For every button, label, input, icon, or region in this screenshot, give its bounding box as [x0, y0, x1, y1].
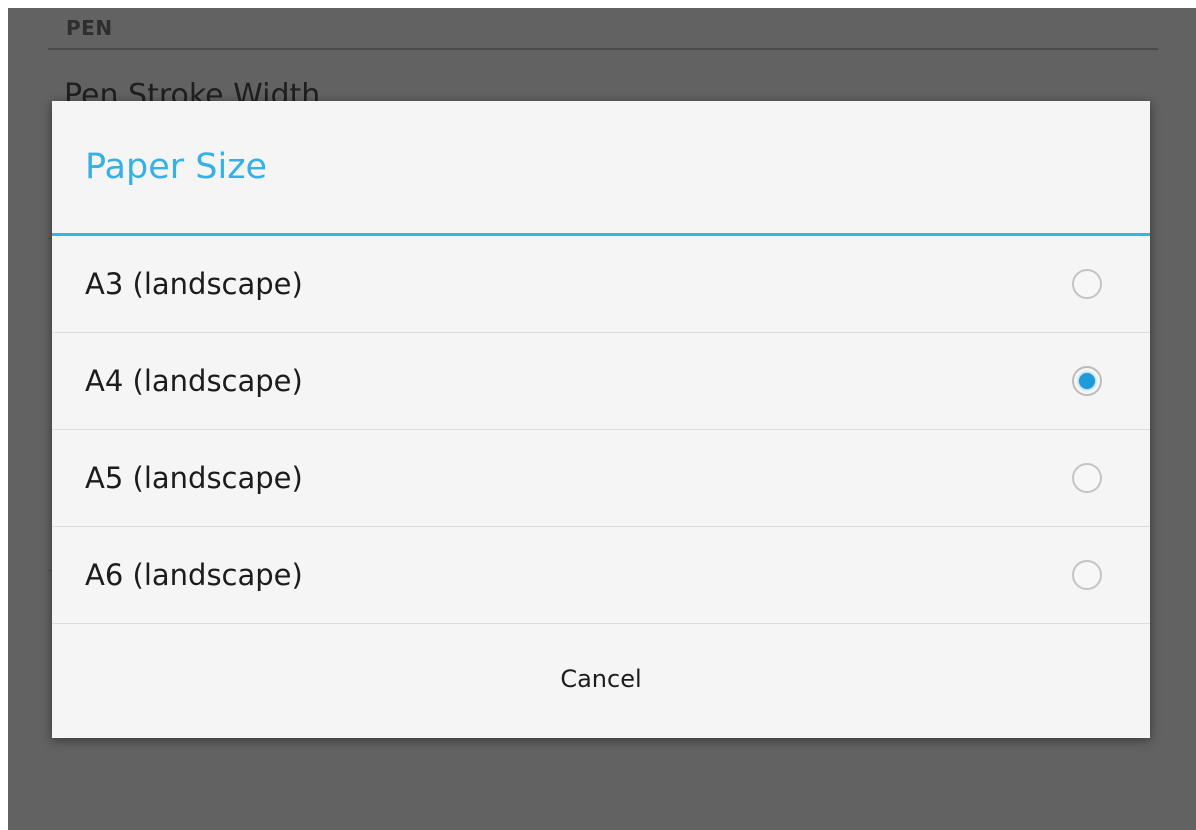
radio-checked-icon[interactable]: [1072, 366, 1102, 396]
radio-unchecked-icon[interactable]: [1072, 463, 1102, 493]
option-label: A4 (landscape): [85, 364, 303, 398]
radio-unchecked-icon[interactable]: [1072, 269, 1102, 299]
cancel-button[interactable]: Cancel: [52, 624, 1150, 733]
radio-unchecked-icon[interactable]: [1072, 560, 1102, 590]
paper-size-dialog: Paper Size A3 (landscape) A4 (landscape)…: [52, 101, 1150, 738]
cancel-button-label: Cancel: [560, 664, 642, 693]
option-label: A3 (landscape): [85, 267, 303, 301]
radio-dot-icon: [1079, 373, 1095, 389]
section-header-pen: PEN: [66, 16, 113, 40]
option-label: A5 (landscape): [85, 461, 303, 495]
option-a5-landscape[interactable]: A5 (landscape): [52, 430, 1150, 527]
section-divider: [48, 48, 1158, 50]
dialog-title: Paper Size: [85, 147, 268, 187]
option-a4-landscape[interactable]: A4 (landscape): [52, 333, 1150, 430]
option-a6-landscape[interactable]: A6 (landscape): [52, 527, 1150, 624]
option-label: A6 (landscape): [85, 558, 303, 592]
option-a3-landscape[interactable]: A3 (landscape): [52, 236, 1150, 333]
